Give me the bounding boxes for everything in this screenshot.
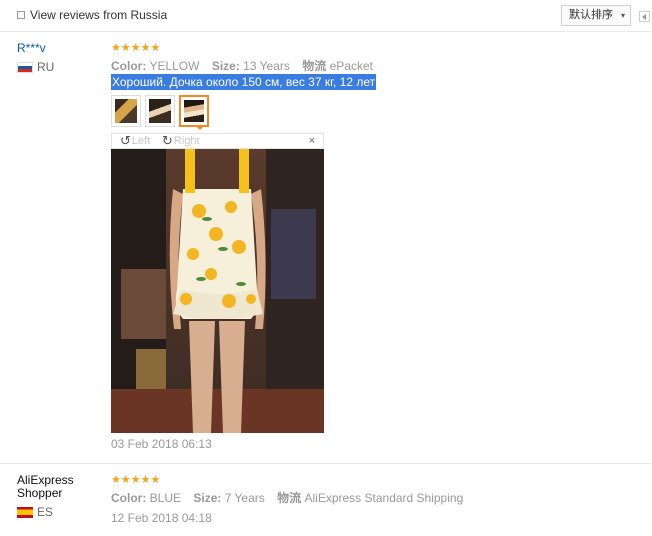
sort-dropdown[interactable]: 默认排序 ▾ — [561, 5, 631, 26]
review-thumbnail-selected[interactable] — [179, 95, 209, 127]
review-photo-image — [111, 149, 324, 433]
rotate-left-label: Left — [131, 135, 151, 147]
shipping-value: ePacket — [329, 59, 373, 73]
rotate-left-icon: ↺ — [120, 133, 131, 148]
review-thumbnails — [111, 95, 209, 127]
order-info: Color: BLUE Size: 7 Years 物流 AliExpress … — [111, 489, 463, 506]
rating-stars: ★★★★★ — [111, 42, 161, 54]
size-label: Size: — [193, 491, 222, 505]
reviewer-country: ES — [17, 505, 53, 519]
prev-page-arrow-icon[interactable] — [639, 11, 650, 22]
color-label: Color: — [111, 491, 147, 505]
reviews-toolbar: View reviews from Russia 默认排序 ▾ — [0, 0, 652, 32]
selected-thumbnail-indicator — [195, 125, 205, 130]
close-icon[interactable]: × — [309, 134, 315, 148]
rotate-right-button[interactable]: ↻ Right — [162, 134, 200, 148]
photo-viewer-toolbar: ↺ Left ↻ Right × — [111, 133, 324, 149]
russia-flag-icon — [17, 61, 33, 73]
size-value: 13 Years — [243, 59, 290, 73]
color-value: BLUE — [149, 491, 182, 505]
shipping-label: 物流 — [302, 59, 327, 73]
reviewer-name[interactable]: R***v — [17, 41, 46, 55]
spain-flag-icon — [17, 506, 33, 518]
russia-filter-label[interactable]: View reviews from Russia — [30, 8, 167, 22]
order-info: Color: YELLOW Size: 13 Years 物流 ePacket — [111, 57, 373, 74]
rotate-left-button[interactable]: ↺ Left — [120, 134, 150, 148]
reviewer-name: AliExpress Shopper — [17, 473, 74, 500]
review-date: 12 Feb 2018 04:18 — [111, 511, 212, 525]
rating-stars: ★★★★★ — [111, 474, 161, 486]
review-date: 03 Feb 2018 06:13 — [111, 437, 212, 451]
sort-dropdown-label: 默认排序 — [569, 9, 613, 21]
review-item: R***v RU ★★★★★ Color: YELLOW Size: 13 Ye… — [0, 32, 652, 464]
rotate-right-icon: ↻ — [162, 133, 173, 148]
russia-filter[interactable]: View reviews from Russia — [17, 8, 167, 22]
country-code: ES — [37, 505, 54, 519]
rotate-right-label: Right — [173, 135, 200, 147]
color-label: Color: — [111, 59, 147, 73]
review-item: AliExpress Shopper ES ★★★★★ Color: BLUE … — [0, 464, 652, 536]
review-photo — [111, 149, 324, 433]
color-value: YELLOW — [149, 59, 200, 73]
chevron-down-icon: ▾ — [620, 11, 625, 20]
size-value: 7 Years — [224, 491, 265, 505]
reviewer-country: RU — [17, 60, 54, 74]
russia-filter-checkbox[interactable] — [17, 11, 25, 19]
size-label: Size: — [211, 59, 240, 73]
review-thumbnail[interactable] — [145, 95, 175, 127]
country-code: RU — [37, 60, 55, 74]
photo-viewer: ↺ Left ↻ Right × — [111, 133, 324, 433]
shipping-label: 物流 — [277, 491, 302, 505]
review-thumbnail[interactable] — [111, 95, 141, 127]
review-comment: Хороший. Дочка около 150 см, вес 37 кг, … — [111, 74, 377, 90]
shipping-value: AliExpress Standard Shipping — [304, 491, 464, 505]
